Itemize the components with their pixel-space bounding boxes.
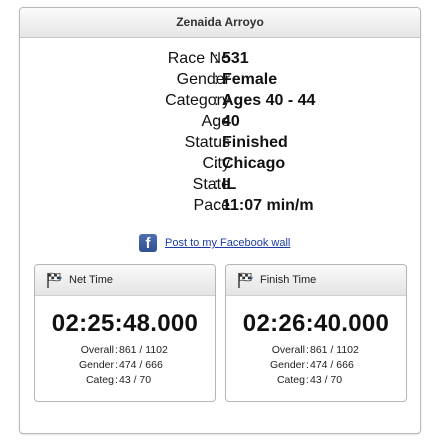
info-value: Female (222, 71, 278, 88)
rank-value: 43 / 70 (119, 374, 152, 386)
rank-row-gender: Gender : 474 / 666 (35, 358, 215, 373)
finish-time-box: Finish Time 02:26:40.000 Overall : 861 /… (225, 264, 407, 402)
rank-label: Overall (80, 344, 114, 356)
rank-value: 861 / 1102 (119, 344, 168, 356)
post-to-facebook-link[interactable]: Post to my Facebook wall (165, 237, 290, 249)
net-time-value: 02:25:48.000 (51, 310, 199, 337)
checkered-flag-icon (47, 272, 62, 288)
rank-label: Overall (271, 344, 305, 356)
rank-colon: : (306, 344, 309, 356)
facebook-share: f Post to my Facebook wall (139, 233, 290, 253)
info-colon: : (214, 113, 219, 130)
info-row-age: Age : 40 (20, 111, 420, 132)
info-colon: : (214, 134, 219, 151)
info-colon: : (214, 50, 219, 67)
info-colon: : (214, 92, 219, 109)
info-value: Chicago (222, 155, 286, 172)
rank-row-overall: Overall : 861 / 1102 (35, 343, 215, 358)
rank-label: Gender (78, 359, 114, 371)
runner-result-panel: Zenaida Arroyo Race No : 531 Gender : Fe… (19, 7, 421, 434)
net-time-box: Net Time 02:25:48.000 Overall : 861 / 11… (34, 264, 216, 402)
rank-label: Categ (85, 374, 114, 386)
info-row-city: City : Chicago (20, 153, 420, 174)
info-label: Race No (167, 50, 230, 67)
rank-colon: : (115, 344, 118, 356)
runner-info: Race No : 531 Gender : Female Category :… (20, 48, 420, 216)
rank-value: 861 / 1102 (310, 344, 359, 356)
finish-time-value: 02:26:40.000 (242, 310, 390, 337)
rank-value: 474 / 666 (119, 359, 163, 371)
info-row-category: Category : Ages 40 - 44 (20, 90, 420, 111)
info-value: 40 (222, 113, 240, 130)
info-row-status: Status : Finished (20, 132, 420, 153)
info-row-race-no: Race No : 531 (20, 48, 420, 69)
checkered-flag-icon (238, 272, 253, 288)
net-time-title: Net Time (69, 274, 114, 286)
rank-value: 474 / 666 (310, 359, 354, 371)
rank-label: Categ (276, 374, 305, 386)
info-value: 531 (222, 50, 249, 67)
rank-colon: : (115, 374, 118, 386)
rank-value: 43 / 70 (310, 374, 343, 386)
net-time-header: Net Time (35, 265, 215, 296)
rank-row-category: Categ : 43 / 70 (35, 373, 215, 388)
finish-time-ranks: Overall : 861 / 1102 Gender : 474 / 666 … (226, 343, 406, 388)
info-label: Category (165, 92, 230, 109)
rank-row-category: Categ : 43 / 70 (226, 373, 406, 388)
rank-label: Gender (269, 359, 305, 371)
rank-colon: : (306, 359, 309, 371)
info-colon: : (214, 176, 219, 193)
finish-time-header: Finish Time (226, 265, 406, 296)
info-colon: : (214, 71, 219, 88)
net-time-ranks: Overall : 861 / 1102 Gender : 474 / 666 … (35, 343, 215, 388)
facebook-icon[interactable]: f (139, 234, 157, 252)
info-row-gender: Gender : Female (20, 69, 420, 90)
info-value: Finished (222, 134, 288, 151)
info-value: IL (222, 176, 237, 193)
info-row-pace: Pace : 11:07 min/m (20, 195, 420, 216)
info-value: 11:07 min/m (222, 197, 314, 214)
info-colon: : (214, 155, 219, 172)
runner-name-header: Zenaida Arroyo (20, 8, 420, 38)
rank-colon: : (306, 374, 309, 386)
rank-row-gender: Gender : 474 / 666 (226, 358, 406, 373)
info-colon: : (214, 197, 219, 214)
info-row-state: State : IL (20, 174, 420, 195)
finish-time-title: Finish Time (260, 274, 317, 286)
rank-row-overall: Overall : 861 / 1102 (226, 343, 406, 358)
info-value: Ages 40 - 44 (222, 92, 316, 109)
rank-colon: : (115, 359, 118, 371)
